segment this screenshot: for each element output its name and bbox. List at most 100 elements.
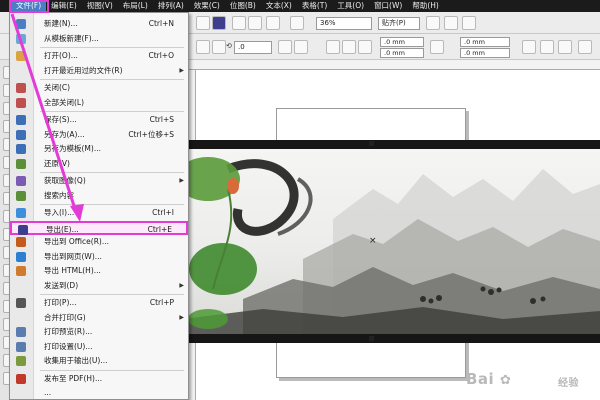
menu-separator [40,294,184,295]
print-toolbar-icon[interactable] [266,16,280,30]
file-menu-item-shortcut: Ctrl+S [149,115,174,124]
menu-separator [40,172,184,173]
file-menu-item[interactable]: 从模板新建(F)... [10,32,188,46]
menu-0[interactable]: 文件(F) [11,0,47,12]
x-offset-input[interactable]: .0 mm [380,37,424,47]
file-menu-item[interactable]: 打印预览(R)... [10,325,188,339]
scale-icon[interactable] [212,40,226,54]
close-doc-icon [16,83,26,93]
convert-curves-icon[interactable] [578,40,592,54]
export-html-icon [16,266,26,276]
collect-output-icon [16,356,26,366]
print-preview-icon [16,327,26,337]
menu-4[interactable]: 排列(A) [153,0,189,12]
top-handle[interactable] [369,141,374,146]
menu-3[interactable]: 布局(L) [118,0,153,12]
file-menu-item[interactable]: 搜索内容 [10,189,188,203]
file-menu-item[interactable]: 还原(V) [10,157,188,171]
file-menu-item[interactable]: 导出到 Office(R)... [10,235,188,249]
close-all-icon [16,97,26,108]
file-menu-item[interactable]: 新建(N)... Ctrl+N [10,17,188,31]
export-icon [18,224,28,235]
submenu-arrow-icon: ▶ [179,177,184,184]
file-menu-item[interactable]: 导出(E)... Ctrl+E [10,220,188,235]
acquire-image-icon [16,176,26,186]
file-menu-item[interactable]: 导出到网页(W)... [10,250,188,264]
file-menu-item[interactable]: 打开最近用过的文件(R) ▶ [10,64,188,78]
menu-1[interactable]: 编辑(E) [46,0,82,12]
menu-11[interactable]: 帮助(H) [407,0,444,12]
file-menu-item[interactable]: 全部关闭(L) [10,96,188,110]
submenu-arrow-icon: ▶ [179,66,184,74]
file-menu-item-label: 搜索内容 [44,190,74,200]
file-menu-item-label: 打印预览(R)... [44,327,93,336]
corner-chamfer-icon[interactable] [358,40,372,54]
save-template-icon [16,144,26,154]
file-menu-item-label: 发送到(D) [44,280,79,290]
zoom-level-select[interactable]: 36% [316,17,372,30]
menu-7[interactable]: 文本(X) [261,0,297,12]
open-folder-icon [16,51,26,61]
duplicate-x-input[interactable]: .0 mm [460,37,510,47]
bottom-handle[interactable] [369,336,374,341]
file-menu-item[interactable]: 发布至 PDF(H)... [10,372,188,386]
lock-ratio-icon[interactable] [196,40,210,54]
rotation-input[interactable]: .0 [234,41,272,54]
menu-10[interactable]: 窗口(W) [369,0,407,12]
file-menu-item[interactable]: 收集用于输出(U)... [10,354,188,368]
file-menu-item[interactable]: 导入(I)... Ctrl+I [10,206,188,220]
duplicate-y-input[interactable]: .0 mm [460,48,510,58]
mirror-h-icon[interactable] [278,40,292,54]
menu-6[interactable]: 位图(B) [225,0,261,12]
import-toolbar-icon[interactable] [196,16,210,30]
export-toolbar-icon[interactable] [212,16,226,30]
template-icon [16,33,26,44]
file-menu-item-shortcut: Ctrl+O [148,51,174,60]
file-menu-item[interactable]: 保存(S)... Ctrl+S [10,113,188,127]
ink-landscape-image[interactable]: × [183,149,600,334]
file-menu-item[interactable]: 打印设置(U)... [10,340,188,354]
file-menu-item[interactable]: 合并打印(G) ▶ [10,311,188,325]
options-icon[interactable] [426,16,440,30]
file-menu-item[interactable]: ... [10,386,188,400]
file-menu-item-label: 导入(I)... [44,208,75,217]
file-menu-item[interactable]: 导出 HTML(H)... [10,264,188,278]
corner-scallop-icon[interactable] [342,40,356,54]
file-menu-item-label: 获取图像(Q) [44,176,86,185]
file-menu-item[interactable]: 打开(O)... Ctrl+O [10,49,188,63]
file-menu-item-label: 打开(O)... [44,51,78,60]
file-menu-item-label: 还原(V) [44,158,70,168]
file-menu-item[interactable]: 打印(P)... Ctrl+P [10,296,188,310]
launch-icon[interactable] [248,16,262,30]
mirror-v-icon[interactable] [294,40,308,54]
file-menu-item[interactable]: 获取图像(Q) ▶ [10,174,188,188]
publish-pdf-icon[interactable] [232,16,246,30]
pdf-icon [16,373,26,384]
center-marker[interactable]: × [369,237,377,246]
file-menu-item-label: 关闭(C) [44,83,71,92]
paw-icon: ✿ [499,373,512,388]
menu-8[interactable]: 表格(T) [297,0,332,12]
menu-5[interactable]: 效果(C) [189,0,225,12]
file-menu-item[interactable]: 关闭(C) [10,81,188,95]
y-offset-input[interactable]: .0 mm [380,48,424,58]
menu-2[interactable]: 视图(V) [82,0,118,12]
menu-9[interactable]: 工具(O) [332,0,369,12]
file-menu-item[interactable]: 另存为(A)... Ctrl+位移+S [10,128,188,142]
apps-icon[interactable] [462,16,476,30]
page-icon[interactable] [290,16,304,30]
file-menu-item[interactable]: 另存为模板(M)... [10,142,188,156]
file-menu-item-label: 另存为(A)... [44,129,85,139]
file-menu-item-label: 打开最近用过的文件(R) [44,65,123,75]
file-menu-item-label: 导出到 Office(R)... [44,237,109,246]
to-front-icon[interactable] [540,40,554,54]
to-back-icon[interactable] [558,40,572,54]
wrap-icon[interactable] [522,40,536,54]
corner-lock-icon[interactable] [430,40,444,54]
file-menu-item-shortcut: Ctrl+I [152,208,174,217]
file-menu-item[interactable]: 发送到(D) ▶ [10,279,188,293]
horizontal-ruler [188,60,600,70]
welcome-icon[interactable] [444,16,458,30]
snap-to-select[interactable]: 贴齐(P) [378,17,420,30]
corner-round-icon[interactable] [326,40,340,54]
